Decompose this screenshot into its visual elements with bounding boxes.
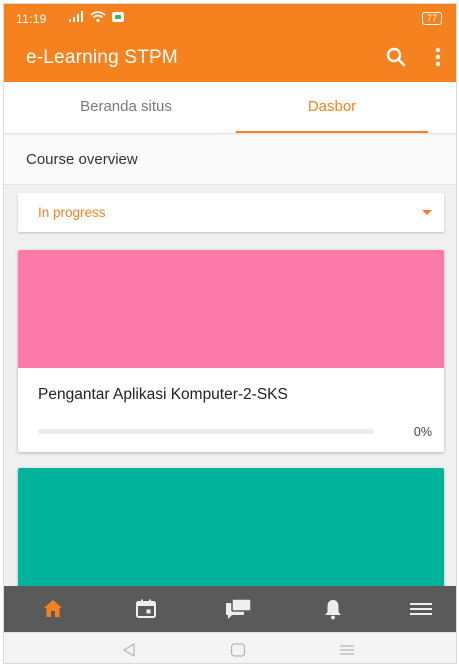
status-time: 11:19 [16, 12, 47, 26]
signal-icon [69, 11, 83, 22]
course-card[interactable]: Pengantar Aplikasi Komputer-2-SKS 0% [18, 250, 444, 452]
course-name[interactable]: Pengantar Aplikasi Komputer-2-SKS [38, 386, 288, 404]
course-overview-title: Course overview [26, 151, 138, 168]
notifications-icon[interactable] [321, 597, 345, 621]
battery-icon: 77 [421, 12, 442, 25]
search-icon[interactable] [384, 45, 408, 69]
more-vert-icon[interactable] [428, 45, 448, 69]
tab-bar: Beranda situs Dasbor [4, 82, 456, 134]
tab-dashboard[interactable]: Dasbor [236, 82, 428, 134]
calendar-icon[interactable] [134, 597, 158, 621]
recents-icon[interactable] [338, 641, 356, 659]
course-filter-select[interactable]: In progress [18, 193, 444, 232]
tab-site-home[interactable]: Beranda situs [44, 82, 208, 134]
course-filter-value: In progress [38, 205, 106, 220]
status-icons [68, 11, 124, 23]
home-circle-icon[interactable] [229, 641, 247, 659]
course-progress-bar [38, 429, 374, 434]
app-bar: e-Learning STPM [4, 32, 456, 82]
menu-icon[interactable] [409, 597, 433, 621]
back-icon[interactable] [120, 641, 138, 659]
course-overview-header: Course overview [4, 135, 456, 185]
dropdown-caret-icon [422, 210, 432, 215]
course-banner [18, 468, 444, 598]
app-frame: 11:19 77 e-Learning STPM Beranda situs D… [3, 3, 457, 664]
course-banner [18, 250, 444, 368]
course-progress-label: 0% [413, 425, 432, 439]
course-card[interactable] [18, 468, 444, 598]
system-navigation [4, 632, 456, 663]
bottom-navigation [4, 586, 456, 632]
chat-notification-icon [112, 12, 124, 22]
messages-icon[interactable] [225, 597, 253, 621]
app-title: e-Learning STPM [26, 47, 178, 68]
status-bar: 11:19 77 [4, 4, 456, 32]
home-icon[interactable] [41, 597, 65, 621]
wifi-icon [90, 11, 106, 23]
